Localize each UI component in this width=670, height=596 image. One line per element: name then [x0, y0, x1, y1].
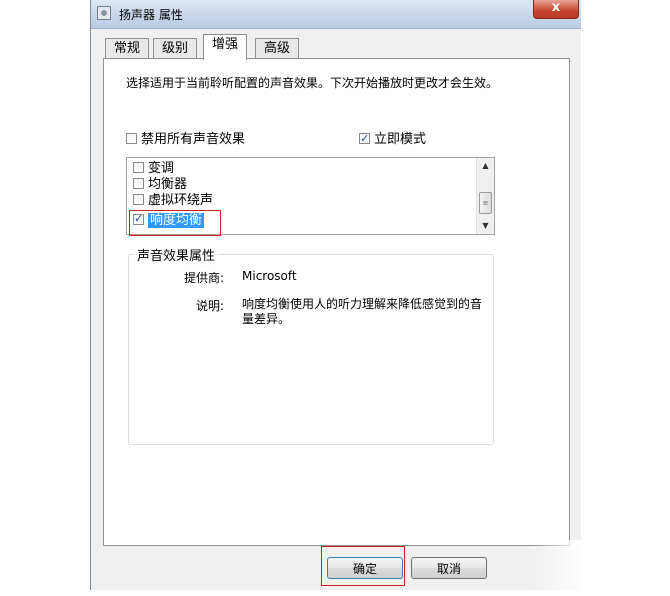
- effects-scrollbar[interactable]: ▲ ≡ ▼: [476, 158, 494, 234]
- checkbox-box[interactable]: [126, 133, 137, 144]
- immediate-mode-label: 立即模式: [374, 132, 427, 147]
- tab-advanced[interactable]: 高级: [255, 38, 300, 58]
- scroll-thumb[interactable]: ≡: [479, 192, 492, 214]
- image-fade-overlay: [531, 540, 670, 596]
- tab-general[interactable]: 常规: [105, 38, 150, 58]
- tab-enhancements[interactable]: 增强: [203, 34, 248, 60]
- scroll-down-arrow-icon[interactable]: ▼: [477, 218, 494, 234]
- effect-properties-legend: 声音效果属性: [134, 245, 219, 264]
- window-title: 扬声器 属性: [119, 8, 183, 22]
- checkbox-box[interactable]: [133, 178, 144, 189]
- checkbox-box[interactable]: [133, 194, 144, 205]
- provider-value: Microsoft: [242, 269, 297, 283]
- checkbox-box[interactable]: [133, 162, 144, 173]
- speaker-properties-window: 扬声器 属性 x 常规 级别 增强 高级 选择适用于当前聆听配置的声音效果。下次…: [90, 0, 670, 596]
- disable-all-effects-checkbox[interactable]: 禁用所有声音效果: [126, 132, 245, 148]
- scroll-up-arrow-icon[interactable]: ▲: [477, 158, 494, 174]
- disable-all-effects-label: 禁用所有声音效果: [141, 132, 246, 147]
- loudness-highlight-annotation: [129, 210, 221, 236]
- effect-equalizer[interactable]: 均衡器: [133, 178, 187, 192]
- ok-highlight-annotation: [321, 546, 405, 586]
- effect-label: 变调: [148, 161, 175, 176]
- effect-label: 虚拟环绕声: [148, 193, 214, 208]
- close-icon: x: [551, 0, 561, 15]
- enhancements-panel: 选择适用于当前聆听配置的声音效果。下次开始播放时更改才会生效。 禁用所有声音效果…: [103, 58, 570, 546]
- enhancements-description: 选择适用于当前聆听配置的声音效果。下次开始播放时更改才会生效。: [126, 76, 499, 90]
- cancel-button[interactable]: 取消: [411, 557, 487, 579]
- effect-label: 均衡器: [148, 177, 188, 192]
- speaker-properties-icon: [97, 6, 111, 20]
- effect-virtual-surround[interactable]: 虚拟环绕声: [133, 194, 213, 208]
- effect-pitch-shift[interactable]: 变调: [133, 162, 174, 176]
- tab-levels[interactable]: 级别: [153, 38, 198, 58]
- title-bar: 扬声器 属性 x: [91, 0, 581, 29]
- effect-description-label: 说明:: [195, 299, 224, 313]
- effect-description-value: 响度均衡使用人的听力理解来降低感觉到的音量差异。: [242, 297, 483, 326]
- checkbox-box-checked[interactable]: [359, 131, 370, 147]
- provider-label: 提供商:: [183, 271, 224, 285]
- immediate-mode-checkbox[interactable]: 立即模式: [359, 131, 427, 148]
- close-button[interactable]: x: [533, 0, 579, 19]
